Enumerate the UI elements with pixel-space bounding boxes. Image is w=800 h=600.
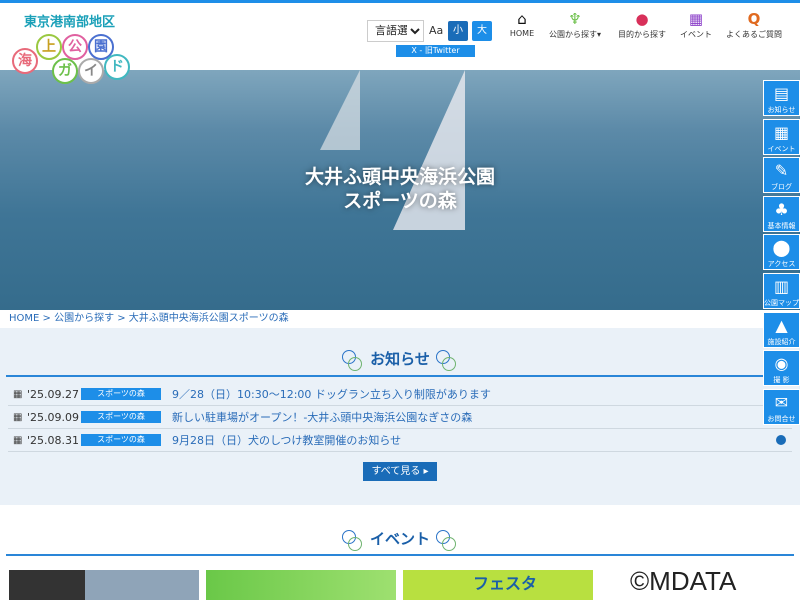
category-badge: スポーツの森	[81, 411, 161, 423]
sidebar-blog-button[interactable]: ✎ ブログ	[763, 157, 800, 194]
font-size-label: Aa	[429, 24, 444, 37]
news-section: お知らせ ▦ '25.09.27 スポーツの森 9／28（日）10:30～12:00 …	[0, 328, 800, 505]
nav-home[interactable]: ⌂ HOME	[505, 9, 539, 38]
divider	[6, 375, 794, 377]
font-small-button[interactable]: 小	[448, 21, 468, 41]
access-icon: ⬤	[772, 238, 791, 258]
site-name[interactable]: 東京港南部地区	[24, 11, 115, 30]
nav-park-search[interactable]: ♆ 公園から探す▾	[544, 9, 606, 40]
windsurf-sail	[320, 70, 360, 150]
calendar-icon: ▦	[13, 389, 23, 400]
see-all-button[interactable]: すべて見る ▸	[363, 462, 437, 481]
photo-icon: ◉	[774, 354, 789, 374]
q-icon: Q	[747, 10, 761, 28]
facilities-icon: ▲	[775, 315, 788, 335]
rings-icon	[342, 349, 364, 371]
ball-icon: ●	[635, 10, 649, 28]
category-badge: スポーツの森	[81, 388, 161, 400]
event-thumbnail[interactable]	[206, 570, 396, 600]
hero-title: 大井ふ頭中央海浜公園 スポーツの森	[304, 166, 495, 212]
event-thumbnail[interactable]: フェスタ	[403, 570, 593, 600]
font-large-button[interactable]: 大	[472, 21, 492, 41]
hero-image: 大井ふ頭中央海浜公園 スポーツの森	[0, 70, 800, 310]
sidebar-contact-button[interactable]: ✉ お問合せ	[763, 388, 800, 425]
home-icon: ⌂	[517, 10, 527, 28]
calendar-icon: ▦	[13, 435, 23, 446]
rings-icon	[435, 349, 458, 371]
watermark: ©MDATA	[630, 566, 737, 596]
breadcrumb[interactable]: HOME > 公園から探す > 大井ふ頭中央海浜公園スポーツの森	[0, 310, 800, 328]
sprout-icon: ♆	[568, 10, 582, 28]
category-badge: スポーツの森	[81, 434, 161, 446]
sidebar-info-button[interactable]: ♣ 基本情報	[763, 195, 800, 232]
sidebar-events-button[interactable]: ▦ イベント	[763, 118, 800, 155]
rings-icon	[341, 529, 364, 551]
news-icon: ▤	[773, 84, 790, 103]
chevron-right-icon	[776, 435, 786, 445]
twitter-link[interactable]: X - 旧Twitter	[396, 45, 475, 57]
events-title: イベント	[0, 528, 800, 551]
language-select[interactable]: 言語選択	[367, 20, 424, 42]
news-item[interactable]: ▦ '25.08.31 スポーツの森 9月28日（日）犬のしつけ教室開催のお知らせ	[8, 429, 792, 452]
nav-events[interactable]: ▦ イベント	[676, 9, 716, 40]
contact-icon: ✉	[774, 392, 789, 412]
calendar-icon: ▦	[13, 412, 23, 423]
sidebar-facilities-button[interactable]: ▲ 施設紹介	[763, 311, 800, 348]
map-icon: ▥	[773, 277, 790, 296]
sidebar-news-button[interactable]: ▤ お知らせ	[763, 80, 800, 116]
sidebar-map-button[interactable]: ▥ 公園マップ	[763, 273, 800, 309]
info-icon: ♣	[774, 199, 789, 219]
nav-faq[interactable]: Q よくあるご質問	[722, 9, 786, 40]
sidebar-access-button[interactable]: ⬤ アクセス	[763, 234, 800, 271]
logo[interactable]: 海 上 公 園 ガ イ ド	[12, 34, 137, 90]
sidebar-photo-button[interactable]: ◉ 撮 影	[763, 350, 800, 387]
nav-purpose-search[interactable]: ● 目的から探す	[614, 9, 670, 40]
news-title: お知らせ	[0, 348, 800, 371]
event-thumbnail[interactable]	[9, 570, 199, 600]
events-icon: ▦	[773, 122, 790, 142]
blog-icon: ✎	[774, 161, 789, 181]
calendar-icon: ▦	[688, 10, 704, 28]
news-item[interactable]: ▦ '25.09.09 スポーツの森 新しい駐車場がオープン！-大井ふ頭中央海浜公園な…	[8, 406, 792, 429]
divider	[6, 554, 794, 556]
news-item[interactable]: ▦ '25.09.27 スポーツの森 9／28（日）10:30～12:00 ドッグラン…	[8, 383, 792, 406]
rings-icon	[436, 529, 458, 551]
